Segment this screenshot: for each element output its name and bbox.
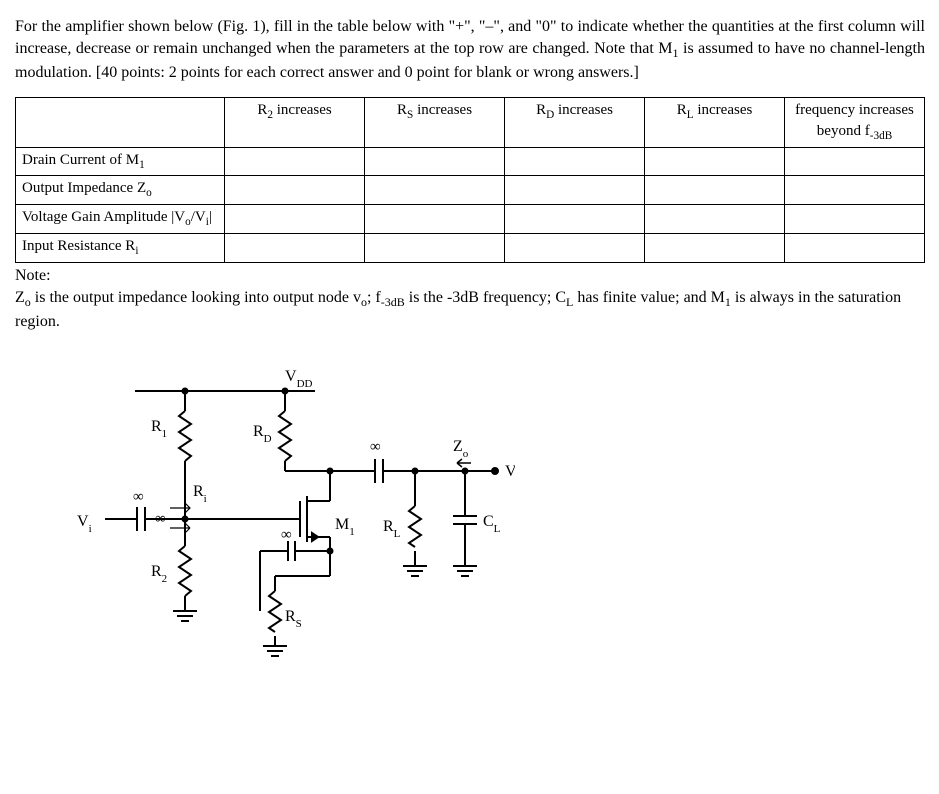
header-rl: RL increases [645, 97, 785, 147]
table-row: Drain Current of M1 [16, 147, 925, 176]
label-cl: CL [483, 513, 501, 535]
answer-table: R2 increases RS increases RD increases R… [15, 97, 925, 263]
cell[interactable] [505, 147, 645, 176]
cell[interactable] [365, 205, 505, 234]
label-rs: RS [285, 608, 302, 630]
table-row: Input Resistance Ri [16, 233, 925, 262]
row-label-gain: Voltage Gain Amplitude |Vo/Vi| [16, 205, 225, 234]
header-rd: RD increases [505, 97, 645, 147]
cell[interactable] [505, 233, 645, 262]
header-rs: RS increases [365, 97, 505, 147]
label-inf-cs: ∞ [281, 527, 292, 543]
cell[interactable] [505, 205, 645, 234]
cell[interactable] [225, 233, 365, 262]
cell[interactable] [365, 233, 505, 262]
cell[interactable] [645, 233, 785, 262]
label-vdd: VDD [285, 368, 313, 390]
label-r2: R2 [151, 563, 167, 585]
cell[interactable] [225, 147, 365, 176]
table-row: Voltage Gain Amplitude |Vo/Vi| [16, 205, 925, 234]
cell[interactable] [645, 176, 785, 205]
cell[interactable] [365, 176, 505, 205]
cell[interactable] [645, 205, 785, 234]
label-r1: R1 [151, 418, 167, 440]
circuit-diagram: VDD R1 R2 Ri ∞ ∞ Vi M1 RD RS [75, 351, 925, 668]
cell[interactable] [505, 176, 645, 205]
header-freq: frequency increases beyond f-3dB [785, 97, 925, 147]
cell[interactable] [365, 147, 505, 176]
cell[interactable] [225, 205, 365, 234]
cell[interactable] [785, 233, 925, 262]
row-label-drain-current: Drain Current of M1 [16, 147, 225, 176]
label-vi: Vi [77, 513, 92, 535]
cell[interactable] [785, 176, 925, 205]
header-blank [16, 97, 225, 147]
label-inf-cout: ∞ [370, 439, 381, 455]
label-zo: Zo [453, 438, 469, 460]
label-ri: Ri [193, 483, 207, 505]
note-text: Zo is the output impedance looking into … [15, 287, 925, 333]
cell[interactable] [785, 147, 925, 176]
note-section: Note: Zo is the output impedance looking… [15, 265, 925, 334]
row-label-input-resistance: Input Resistance Ri [16, 233, 225, 262]
label-rd: RD [253, 423, 272, 445]
cell[interactable] [785, 205, 925, 234]
table-header-row: R2 increases RS increases RD increases R… [16, 97, 925, 147]
table-row: Output Impedance Zo [16, 176, 925, 205]
note-title: Note: [15, 265, 925, 287]
label-vo: Vo [505, 463, 515, 485]
problem-intro: For the amplifier shown below (Fig. 1), … [15, 16, 925, 85]
row-label-output-impedance: Output Impedance Zo [16, 176, 225, 205]
label-m1: M1 [335, 516, 355, 538]
label-rl: RL [383, 518, 401, 540]
label-inf-cin: ∞ [133, 489, 144, 505]
header-r2: R2 increases [225, 97, 365, 147]
cell[interactable] [645, 147, 785, 176]
cell[interactable] [225, 176, 365, 205]
